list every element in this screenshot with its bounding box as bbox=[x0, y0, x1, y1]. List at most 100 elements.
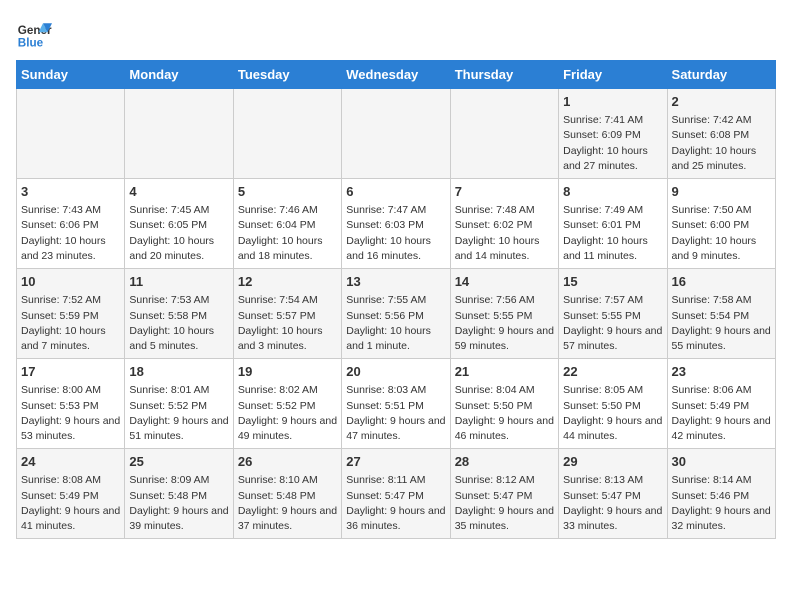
calendar-cell: 9 Sunrise: 7:50 AM Sunset: 6:00 PM Daylig… bbox=[667, 179, 775, 269]
calendar-cell bbox=[17, 89, 125, 179]
day-info: Sunrise: 8:13 AM Sunset: 5:47 PM Dayligh… bbox=[563, 473, 662, 534]
day-info: Sunrise: 8:02 AM Sunset: 5:52 PM Dayligh… bbox=[238, 383, 337, 444]
svg-text:Blue: Blue bbox=[18, 37, 44, 50]
weekday-header-row: SundayMondayTuesdayWednesdayThursdayFrid… bbox=[17, 61, 776, 89]
weekday-header-saturday: Saturday bbox=[667, 61, 775, 89]
day-info: Sunrise: 7:56 AM Sunset: 5:55 PM Dayligh… bbox=[455, 293, 554, 354]
calendar-cell: 30 Sunrise: 8:14 AM Sunset: 5:46 PM Dayli… bbox=[667, 449, 775, 539]
day-info: Sunrise: 7:47 AM Sunset: 6:03 PM Dayligh… bbox=[346, 203, 445, 264]
week-row-4: 17 Sunrise: 8:00 AM Sunset: 5:53 PM Dayli… bbox=[17, 359, 776, 449]
calendar-cell: 28Sunrise: 8:12 AM Sunset: 5:47 PM Dayli… bbox=[450, 449, 558, 539]
calendar-cell bbox=[125, 89, 233, 179]
day-info: Sunrise: 8:00 AM Sunset: 5:53 PM Dayligh… bbox=[21, 383, 120, 444]
day-number: 9 bbox=[672, 183, 771, 201]
calendar-cell: 7Sunrise: 7:48 AM Sunset: 6:02 PM Daylig… bbox=[450, 179, 558, 269]
logo-icon: General Blue bbox=[16, 16, 52, 52]
calendar-cell: 12 Sunrise: 7:54 AM Sunset: 5:57 PM Dayli… bbox=[233, 269, 341, 359]
day-number: 4 bbox=[129, 183, 228, 201]
day-info: Sunrise: 7:53 AM Sunset: 5:58 PM Dayligh… bbox=[129, 293, 228, 354]
week-row-1: 1 Sunrise: 7:41 AM Sunset: 6:09 PM Daylig… bbox=[17, 89, 776, 179]
day-info: Sunrise: 7:45 AM Sunset: 6:05 PM Dayligh… bbox=[129, 203, 228, 264]
calendar-cell: 24 Sunrise: 8:08 AM Sunset: 5:49 PM Dayli… bbox=[17, 449, 125, 539]
calendar-cell: 10Sunrise: 7:52 AM Sunset: 5:59 PM Dayli… bbox=[17, 269, 125, 359]
day-info: Sunrise: 8:04 AM Sunset: 5:50 PM Dayligh… bbox=[455, 383, 554, 444]
calendar-table: SundayMondayTuesdayWednesdayThursdayFrid… bbox=[16, 60, 776, 539]
calendar-cell bbox=[450, 89, 558, 179]
page-header: General Blue bbox=[16, 16, 776, 52]
day-number: 12 bbox=[238, 273, 337, 291]
weekday-header-monday: Monday bbox=[125, 61, 233, 89]
day-info: Sunrise: 7:55 AM Sunset: 5:56 PM Dayligh… bbox=[346, 293, 445, 354]
day-info: Sunrise: 8:05 AM Sunset: 5:50 PM Dayligh… bbox=[563, 383, 662, 444]
day-number: 11 bbox=[129, 273, 228, 291]
day-number: 21 bbox=[455, 363, 554, 381]
day-info: Sunrise: 8:10 AM Sunset: 5:48 PM Dayligh… bbox=[238, 473, 337, 534]
day-info: Sunrise: 8:11 AM Sunset: 5:47 PM Dayligh… bbox=[346, 473, 445, 534]
weekday-header-tuesday: Tuesday bbox=[233, 61, 341, 89]
day-number: 18 bbox=[129, 363, 228, 381]
calendar-cell: 18Sunrise: 8:01 AM Sunset: 5:52 PM Dayli… bbox=[125, 359, 233, 449]
day-number: 24 bbox=[21, 453, 120, 471]
weekday-header-thursday: Thursday bbox=[450, 61, 558, 89]
day-number: 20 bbox=[346, 363, 445, 381]
day-info: Sunrise: 8:09 AM Sunset: 5:48 PM Dayligh… bbox=[129, 473, 228, 534]
day-info: Sunrise: 7:54 AM Sunset: 5:57 PM Dayligh… bbox=[238, 293, 337, 354]
day-number: 19 bbox=[238, 363, 337, 381]
calendar-cell: 17 Sunrise: 8:00 AM Sunset: 5:53 PM Dayli… bbox=[17, 359, 125, 449]
day-info: Sunrise: 7:41 AM Sunset: 6:09 PM Dayligh… bbox=[563, 113, 662, 174]
day-number: 8 bbox=[563, 183, 662, 201]
calendar-cell: 25 Sunrise: 8:09 AM Sunset: 5:48 PM Dayli… bbox=[125, 449, 233, 539]
calendar-cell: 16 Sunrise: 7:58 AM Sunset: 5:54 PM Dayli… bbox=[667, 269, 775, 359]
calendar-cell: 15 Sunrise: 7:57 AM Sunset: 5:55 PM Dayli… bbox=[559, 269, 667, 359]
calendar-cell: 23 Sunrise: 8:06 AM Sunset: 5:49 PM Dayli… bbox=[667, 359, 775, 449]
calendar-cell: 5Sunrise: 7:46 AM Sunset: 6:04 PM Daylig… bbox=[233, 179, 341, 269]
day-number: 30 bbox=[672, 453, 771, 471]
day-number: 5 bbox=[238, 183, 337, 201]
day-info: Sunrise: 7:58 AM Sunset: 5:54 PM Dayligh… bbox=[672, 293, 771, 354]
day-number: 2 bbox=[672, 93, 771, 111]
calendar-cell: 2 Sunrise: 7:42 AM Sunset: 6:08 PM Daylig… bbox=[667, 89, 775, 179]
calendar-cell: 26 Sunrise: 8:10 AM Sunset: 5:48 PM Dayli… bbox=[233, 449, 341, 539]
day-number: 10 bbox=[21, 273, 120, 291]
calendar-cell bbox=[233, 89, 341, 179]
calendar-cell: 19 Sunrise: 8:02 AM Sunset: 5:52 PM Dayli… bbox=[233, 359, 341, 449]
calendar-cell: 29Sunrise: 8:13 AM Sunset: 5:47 PM Dayli… bbox=[559, 449, 667, 539]
calendar-cell: 8Sunrise: 7:49 AM Sunset: 6:01 PM Daylig… bbox=[559, 179, 667, 269]
day-info: Sunrise: 8:14 AM Sunset: 5:46 PM Dayligh… bbox=[672, 473, 771, 534]
day-number: 6 bbox=[346, 183, 445, 201]
day-number: 7 bbox=[455, 183, 554, 201]
day-number: 17 bbox=[21, 363, 120, 381]
day-info: Sunrise: 7:50 AM Sunset: 6:00 PM Dayligh… bbox=[672, 203, 771, 264]
week-row-3: 10Sunrise: 7:52 AM Sunset: 5:59 PM Dayli… bbox=[17, 269, 776, 359]
calendar-cell: 6 Sunrise: 7:47 AM Sunset: 6:03 PM Daylig… bbox=[342, 179, 450, 269]
day-number: 1 bbox=[563, 93, 662, 111]
calendar-cell: 1 Sunrise: 7:41 AM Sunset: 6:09 PM Daylig… bbox=[559, 89, 667, 179]
day-info: Sunrise: 7:43 AM Sunset: 6:06 PM Dayligh… bbox=[21, 203, 120, 264]
calendar-cell: 14 Sunrise: 7:56 AM Sunset: 5:55 PM Dayli… bbox=[450, 269, 558, 359]
day-number: 13 bbox=[346, 273, 445, 291]
weekday-header-sunday: Sunday bbox=[17, 61, 125, 89]
weekday-header-wednesday: Wednesday bbox=[342, 61, 450, 89]
week-row-5: 24 Sunrise: 8:08 AM Sunset: 5:49 PM Dayli… bbox=[17, 449, 776, 539]
day-number: 25 bbox=[129, 453, 228, 471]
calendar-cell bbox=[342, 89, 450, 179]
day-number: 26 bbox=[238, 453, 337, 471]
day-info: Sunrise: 8:08 AM Sunset: 5:49 PM Dayligh… bbox=[21, 473, 120, 534]
day-info: Sunrise: 7:57 AM Sunset: 5:55 PM Dayligh… bbox=[563, 293, 662, 354]
calendar-cell: 4 Sunrise: 7:45 AM Sunset: 6:05 PM Daylig… bbox=[125, 179, 233, 269]
day-info: Sunrise: 7:42 AM Sunset: 6:08 PM Dayligh… bbox=[672, 113, 771, 174]
day-number: 16 bbox=[672, 273, 771, 291]
calendar-cell: 21 Sunrise: 8:04 AM Sunset: 5:50 PM Dayli… bbox=[450, 359, 558, 449]
logo: General Blue bbox=[16, 16, 52, 52]
calendar-cell: 27Sunrise: 8:11 AM Sunset: 5:47 PM Dayli… bbox=[342, 449, 450, 539]
day-number: 14 bbox=[455, 273, 554, 291]
day-number: 28 bbox=[455, 453, 554, 471]
day-number: 15 bbox=[563, 273, 662, 291]
calendar-cell: 20 Sunrise: 8:03 AM Sunset: 5:51 PM Dayli… bbox=[342, 359, 450, 449]
calendar-body: 1 Sunrise: 7:41 AM Sunset: 6:09 PM Daylig… bbox=[17, 89, 776, 539]
calendar-cell: 13 Sunrise: 7:55 AM Sunset: 5:56 PM Dayli… bbox=[342, 269, 450, 359]
calendar-cell: 3Sunrise: 7:43 AM Sunset: 6:06 PM Daylig… bbox=[17, 179, 125, 269]
day-info: Sunrise: 8:06 AM Sunset: 5:49 PM Dayligh… bbox=[672, 383, 771, 444]
day-info: Sunrise: 8:03 AM Sunset: 5:51 PM Dayligh… bbox=[346, 383, 445, 444]
day-number: 23 bbox=[672, 363, 771, 381]
